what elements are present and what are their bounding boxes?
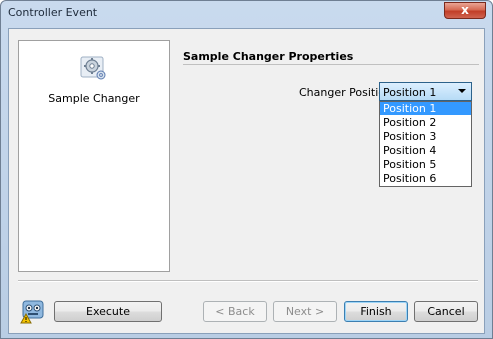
changer-position-value: Position 1 <box>383 86 437 99</box>
footer-divider-highlight <box>18 281 478 282</box>
window-title: Controller Event <box>8 6 98 19</box>
cancel-button[interactable]: Cancel <box>414 301 478 322</box>
chevron-down-icon <box>458 89 466 93</box>
robot-warning-icon <box>20 300 44 324</box>
dropdown-option-position-1[interactable]: Position 1 <box>380 102 471 115</box>
steps-panel: Sample Changer <box>18 40 170 272</box>
changer-position-dropdown: Position 1 Position 2 Position 3 Positio… <box>379 101 472 187</box>
section-divider <box>183 64 479 65</box>
dropdown-option-position-2[interactable]: Position 2 <box>380 116 471 129</box>
execute-button[interactable]: Execute <box>54 301 162 322</box>
finish-button[interactable]: Finish <box>344 301 408 322</box>
sidebar-item-sample-changer[interactable]: Sample Changer <box>19 92 169 105</box>
next-button[interactable]: Next > <box>273 301 337 322</box>
dropdown-option-position-5[interactable]: Position 5 <box>380 158 471 171</box>
changer-position-select[interactable]: Position 1 <box>379 82 472 101</box>
title-bar[interactable]: Controller Event x <box>1 1 492 25</box>
section-title: Sample Changer Properties <box>183 50 354 63</box>
dropdown-option-position-3[interactable]: Position 3 <box>380 130 471 143</box>
dialog-body: Sample Changer Sample Changer Properties… <box>8 28 485 334</box>
dialog-window: Controller Event x Sample Changer Sample… <box>0 0 493 339</box>
close-icon: x <box>461 3 469 17</box>
gear-icon <box>80 56 106 80</box>
close-button[interactable]: x <box>444 2 486 19</box>
back-button[interactable]: < Back <box>203 301 267 322</box>
dropdown-option-position-6[interactable]: Position 6 <box>380 172 471 185</box>
dropdown-option-position-4[interactable]: Position 4 <box>380 144 471 157</box>
